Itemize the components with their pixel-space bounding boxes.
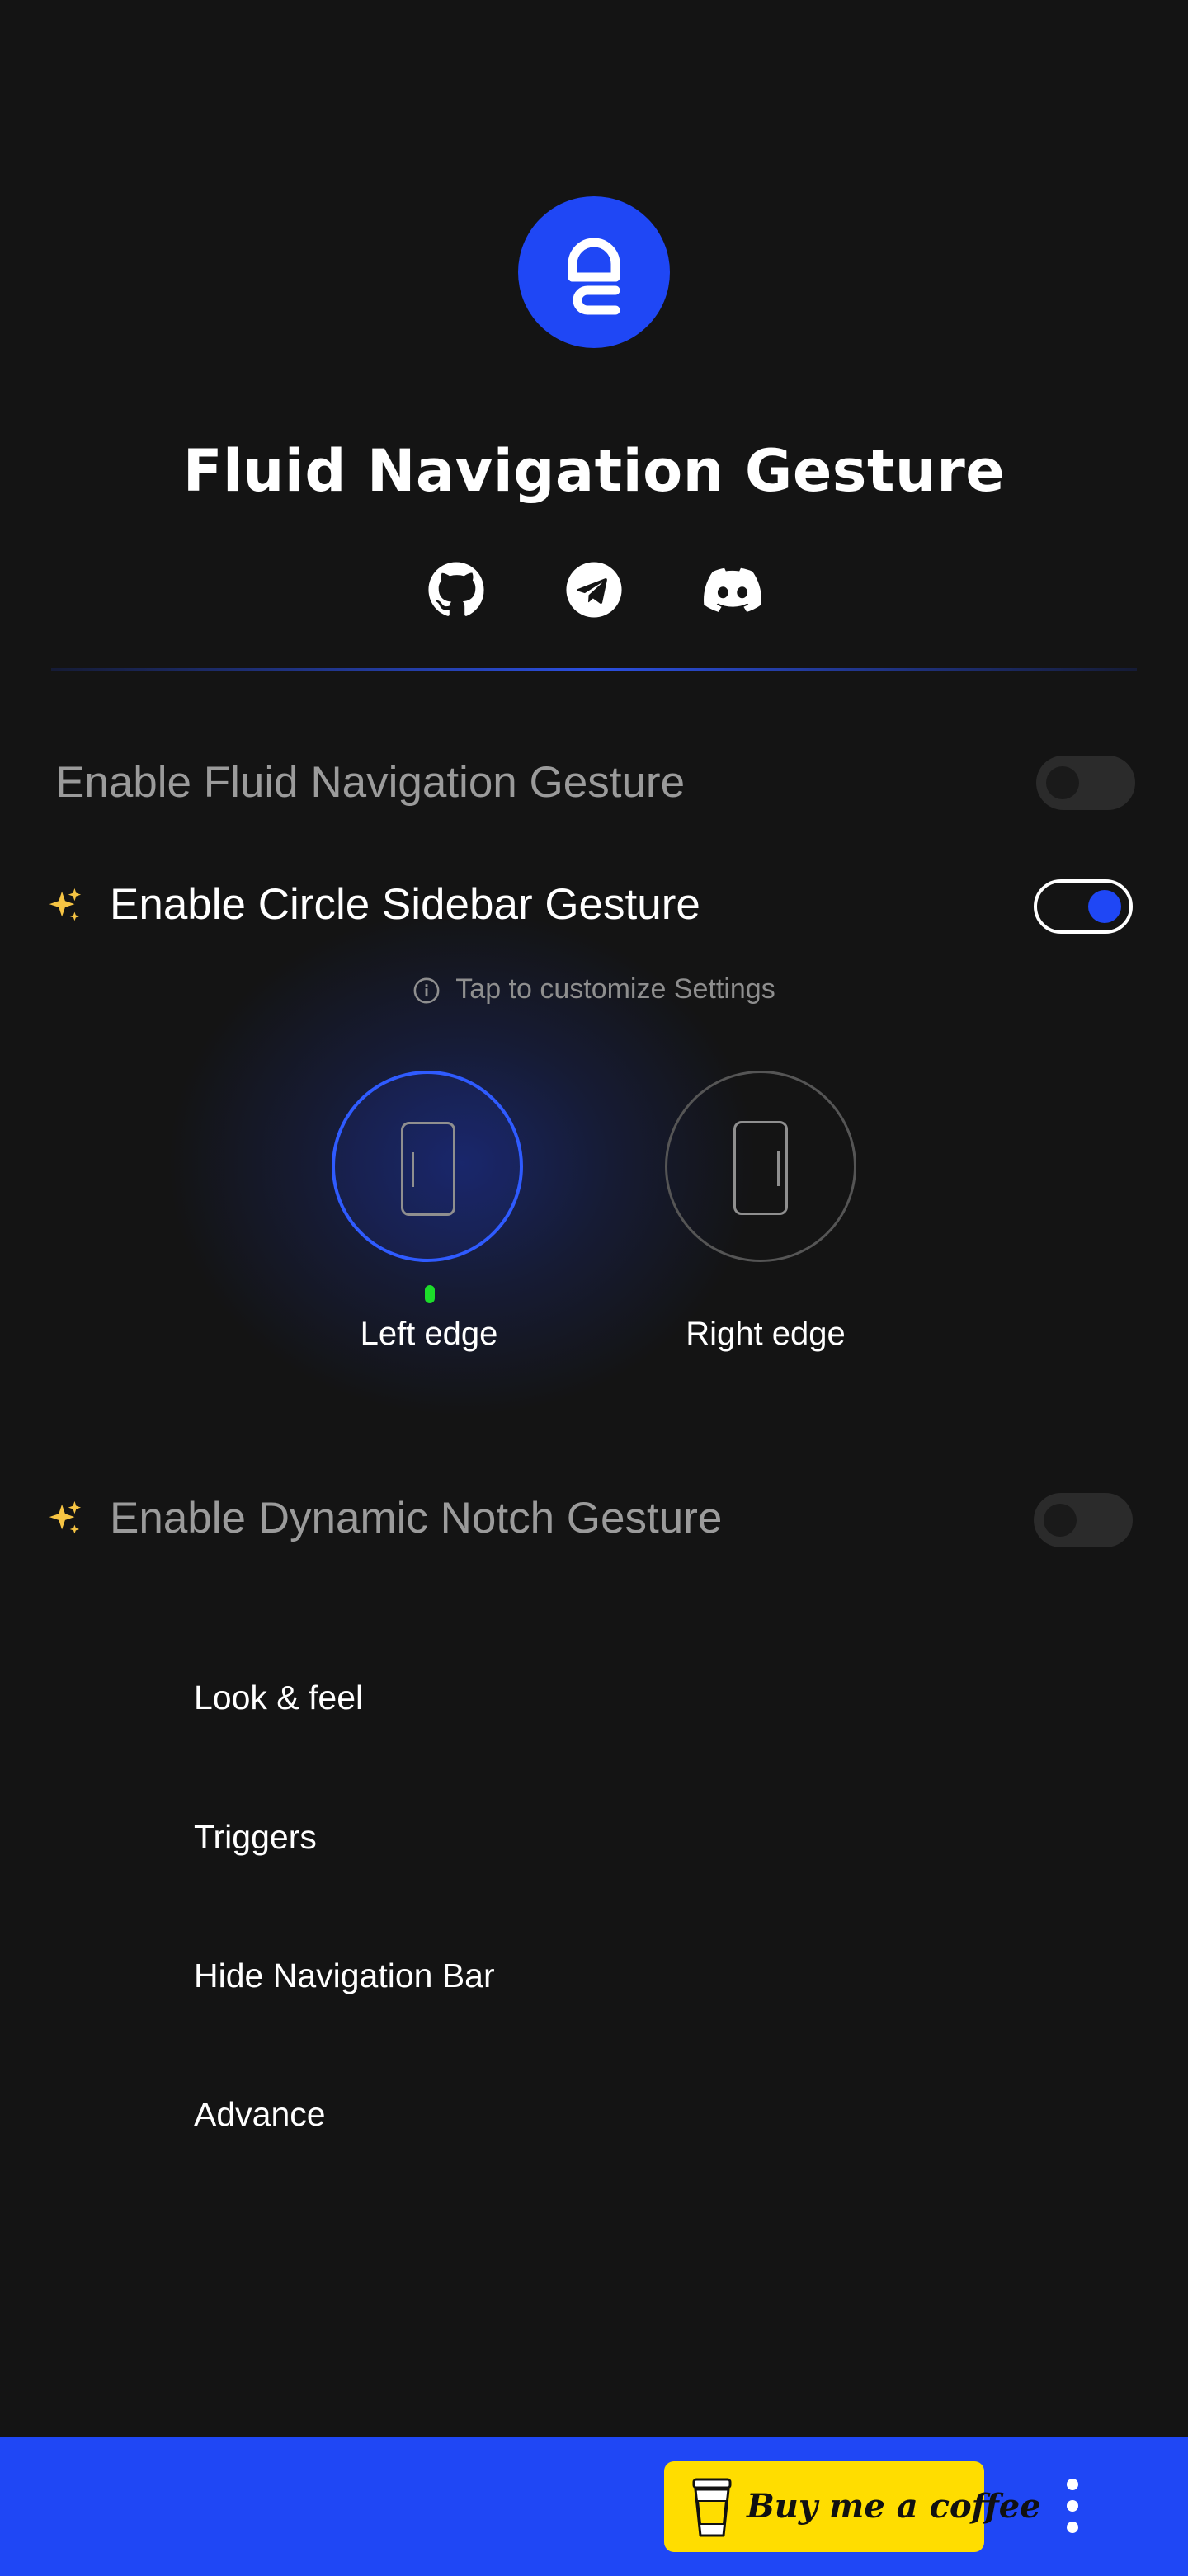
dynamic-notch-toggle[interactable] — [1034, 1493, 1133, 1547]
menu-item-hide-navigation-bar[interactable]: Hide Navigation Bar — [194, 1957, 495, 1995]
toggle-knob — [1046, 766, 1079, 799]
sparkles-icon — [49, 1500, 82, 1534]
left-edge-button[interactable] — [332, 1071, 523, 1262]
header-divider — [51, 668, 1137, 671]
discord-link[interactable] — [704, 561, 762, 619]
coffee-cup-icon — [692, 2478, 732, 2537]
sparkles-icon — [49, 888, 82, 921]
toggle-knob — [1044, 1504, 1077, 1537]
telegram-link[interactable] — [565, 561, 623, 619]
left-edge-label: Left edge — [360, 1316, 498, 1352]
more-options-button[interactable] — [1056, 2473, 1089, 2539]
app-title: Fluid Navigation Gesture — [182, 437, 1006, 505]
customize-hint: Tap to customize Settings — [0, 973, 1188, 1005]
menu-item-advance[interactable]: Advance — [194, 2095, 326, 2134]
telegram-icon — [566, 562, 622, 618]
right-edge-button[interactable] — [665, 1071, 856, 1262]
discord-icon — [704, 567, 762, 612]
menu-item-look-and-feel[interactable]: Look & feel — [194, 1679, 363, 1717]
buy-me-a-coffee-button[interactable]: Buy me a coffee — [664, 2461, 1041, 2552]
github-link[interactable] — [427, 561, 485, 619]
app-logo — [518, 196, 670, 348]
menu-item-triggers[interactable]: Triggers — [194, 1818, 317, 1857]
hint-text: Tap to customize Settings — [455, 973, 776, 1005]
fluid-nav-toggle[interactable] — [1036, 756, 1135, 810]
circle-sidebar-toggle[interactable] — [1034, 879, 1133, 934]
active-indicator — [425, 1285, 435, 1303]
toggle-knob — [1088, 890, 1121, 923]
github-icon — [428, 562, 484, 616]
coffee-label: Buy me a coffee — [747, 2487, 1041, 2526]
more-vertical-icon — [1067, 2479, 1078, 2533]
fluid-logo-icon — [568, 238, 620, 315]
fluid-nav-label: Enable Fluid Navigation Gesture — [55, 758, 686, 807]
phone-right-icon — [733, 1121, 788, 1215]
phone-left-icon — [401, 1122, 455, 1216]
info-icon — [413, 977, 440, 1004]
dynamic-notch-label: Enable Dynamic Notch Gesture — [110, 1494, 723, 1542]
right-edge-label: Right edge — [686, 1316, 846, 1352]
